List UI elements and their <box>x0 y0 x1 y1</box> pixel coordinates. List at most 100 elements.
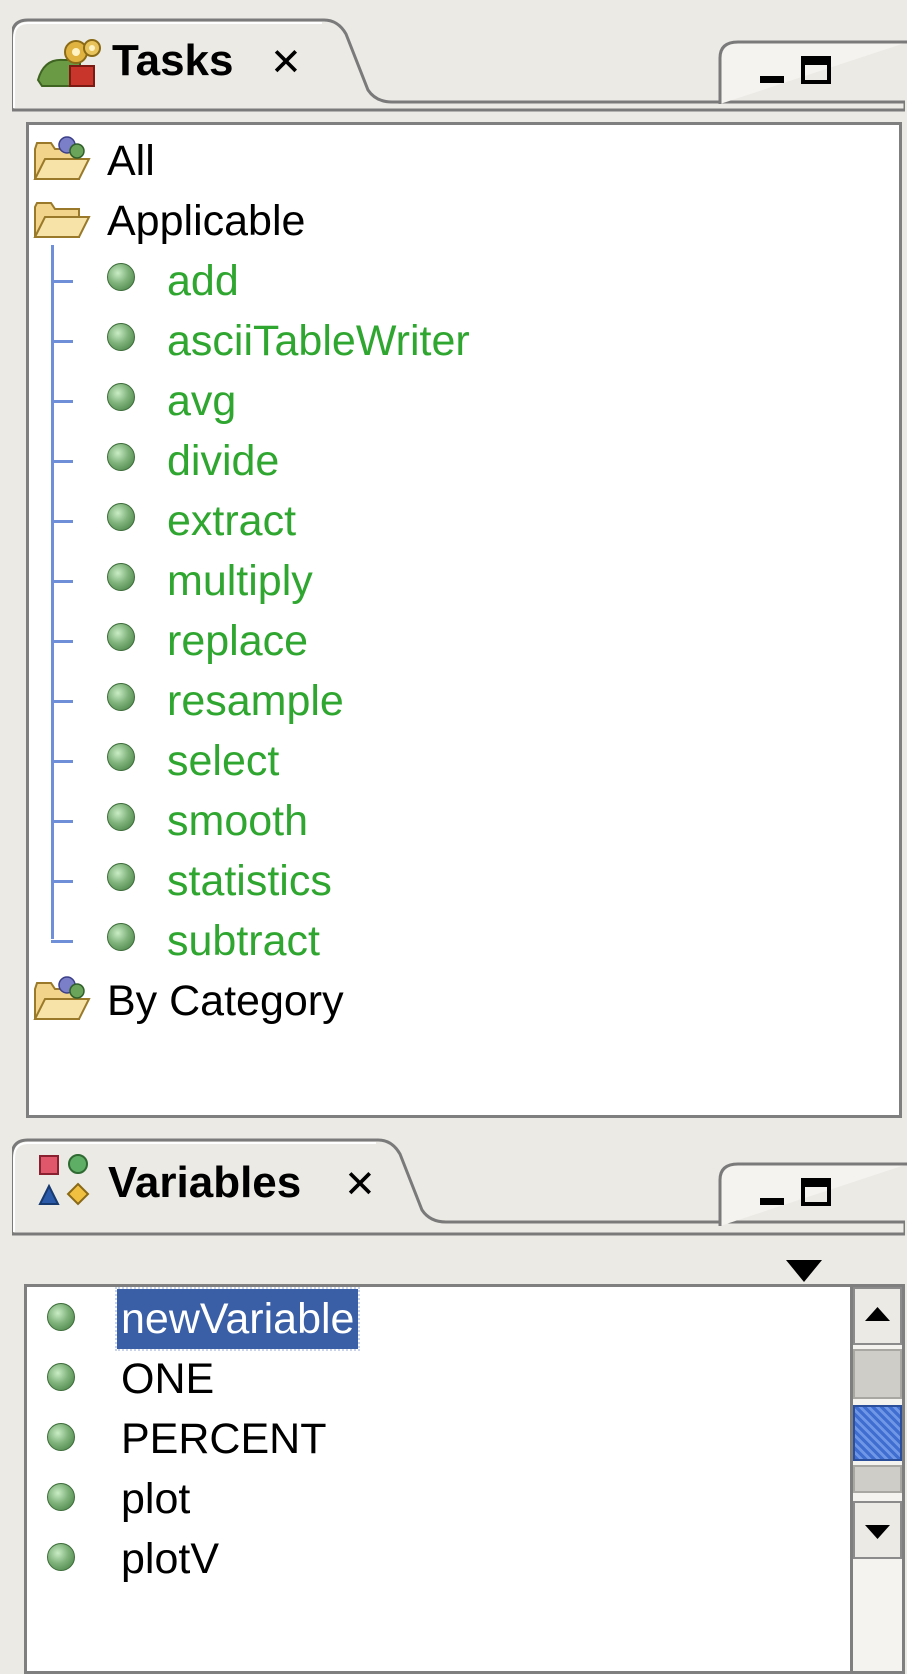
variable-label[interactable]: newVariable <box>114 1287 361 1351</box>
tasks-window-controls <box>718 40 907 104</box>
task-label[interactable]: add <box>167 251 239 311</box>
tree-branch-line <box>51 880 73 883</box>
variables-tab-bar: Variables ✕ <box>12 1138 907 1236</box>
variables-shapes-icon <box>38 1154 90 1206</box>
task-item[interactable]: divide <box>29 431 889 491</box>
scroll-thumb[interactable] <box>853 1405 902 1461</box>
tree-branch-line <box>51 640 73 643</box>
variable-status-dot-icon <box>47 1423 75 1451</box>
variable-status-dot-icon <box>47 1543 75 1571</box>
minimize-icon[interactable] <box>756 1176 790 1210</box>
variable-item[interactable]: plot <box>27 1469 807 1529</box>
tree-branch-line <box>51 760 73 763</box>
task-label[interactable]: resample <box>167 671 344 731</box>
maximize-icon[interactable] <box>800 1176 834 1210</box>
variable-item[interactable]: plotV <box>27 1529 807 1589</box>
task-item[interactable]: extract <box>29 491 889 551</box>
task-status-dot-icon <box>107 263 135 291</box>
variables-view: Variables ✕ newVariable ONE PERCENT plot plo… <box>12 1138 907 1674</box>
tree-branch-line <box>51 700 73 703</box>
variable-item[interactable]: PERCENT <box>27 1409 807 1469</box>
task-label[interactable]: extract <box>167 491 296 551</box>
task-status-dot-icon <box>107 323 135 351</box>
minimize-icon[interactable] <box>756 54 790 88</box>
view-menu-dropdown-icon[interactable] <box>784 1258 824 1284</box>
tree-branch-line <box>51 400 73 403</box>
variable-status-dot-icon <box>47 1303 75 1331</box>
variables-close-icon[interactable]: ✕ <box>344 1162 376 1206</box>
task-label[interactable]: statistics <box>167 851 332 911</box>
tree-branch-line <box>51 580 73 583</box>
task-status-dot-icon <box>107 503 135 531</box>
open-folder-icon <box>33 136 91 180</box>
task-status-dot-icon <box>107 743 135 771</box>
variable-status-dot-icon <box>47 1483 75 1511</box>
task-label[interactable]: smooth <box>167 791 308 851</box>
task-status-dot-icon <box>107 563 135 591</box>
tasks-tree[interactable]: All Applicable add asciiTableWriter avg div… <box>26 122 902 1118</box>
tree-folder-label: Applicable <box>107 197 306 245</box>
task-item[interactable]: add <box>29 251 889 311</box>
tasks-view: Tasks ✕ All Applicable add asciiTableWri… <box>12 18 907 1130</box>
task-status-dot-icon <box>107 863 135 891</box>
task-status-dot-icon <box>107 383 135 411</box>
task-label[interactable]: replace <box>167 611 308 671</box>
task-label[interactable]: asciiTableWriter <box>167 311 470 371</box>
task-item[interactable]: replace <box>29 611 889 671</box>
variables-list[interactable]: newVariable ONE PERCENT plot plotV <box>24 1284 850 1674</box>
task-status-dot-icon <box>107 443 135 471</box>
task-label[interactable]: subtract <box>167 911 320 971</box>
scroll-down-arrow-icon <box>865 1525 890 1539</box>
tree-branch-line <box>51 460 73 463</box>
tree-branch-line <box>51 340 73 343</box>
tasks-close-icon[interactable]: ✕ <box>270 40 302 84</box>
tree-branch-line <box>51 520 73 523</box>
variable-item[interactable]: ONE <box>27 1349 807 1409</box>
task-status-dot-icon <box>107 623 135 651</box>
task-item[interactable]: subtract <box>29 911 889 971</box>
tasks-tab-title[interactable]: Tasks <box>112 36 234 86</box>
open-folder-icon <box>33 976 91 1020</box>
task-status-dot-icon <box>107 803 135 831</box>
eclipse-workbench: Tasks ✕ All Applicable add asciiTableWri… <box>0 0 907 1674</box>
tree-branch-line <box>51 280 73 283</box>
tree-folder-by-category[interactable]: By Category <box>29 971 889 1031</box>
task-item[interactable]: resample <box>29 671 889 731</box>
variable-status-dot-icon <box>47 1363 75 1391</box>
task-status-dot-icon <box>107 923 135 951</box>
tasks-gears-icon <box>36 39 101 87</box>
tree-folder-all[interactable]: All <box>29 131 889 191</box>
tree-folder-label: All <box>107 137 155 185</box>
variable-item[interactable]: newVariable <box>27 1287 807 1351</box>
variable-label[interactable]: plot <box>117 1469 194 1529</box>
task-item[interactable]: avg <box>29 371 889 431</box>
task-item[interactable]: statistics <box>29 851 889 911</box>
task-item[interactable]: asciiTableWriter <box>29 311 889 371</box>
variable-label[interactable]: PERCENT <box>117 1409 330 1469</box>
task-label[interactable]: divide <box>167 431 279 491</box>
tree-branch-line <box>51 820 73 823</box>
variables-window-controls <box>718 1162 907 1226</box>
tree-folder-label: By Category <box>107 977 344 1025</box>
scroll-up-arrow-icon <box>865 1307 890 1321</box>
task-label[interactable]: select <box>167 731 279 791</box>
maximize-icon[interactable] <box>800 54 834 88</box>
variables-tab-title[interactable]: Variables <box>108 1158 301 1208</box>
task-status-dot-icon <box>107 683 135 711</box>
scroll-up-button[interactable] <box>853 1287 902 1345</box>
tree-branch-line <box>51 940 73 943</box>
scroll-down-button[interactable] <box>853 1501 902 1559</box>
task-item[interactable]: smooth <box>29 791 889 851</box>
variable-label[interactable]: plotV <box>117 1529 223 1589</box>
scroll-track-upper[interactable] <box>853 1349 902 1399</box>
tasks-tab-bar: Tasks ✕ <box>12 18 907 112</box>
task-item[interactable]: select <box>29 731 889 791</box>
task-label[interactable]: avg <box>167 371 236 431</box>
task-label[interactable]: multiply <box>167 551 313 611</box>
scroll-track-lower[interactable] <box>853 1465 902 1493</box>
variables-scrollbar[interactable] <box>850 1284 905 1674</box>
tree-folder-applicable[interactable]: Applicable <box>29 191 889 251</box>
variable-label[interactable]: ONE <box>117 1349 218 1409</box>
task-item[interactable]: multiply <box>29 551 889 611</box>
open-folder-icon <box>33 202 91 238</box>
